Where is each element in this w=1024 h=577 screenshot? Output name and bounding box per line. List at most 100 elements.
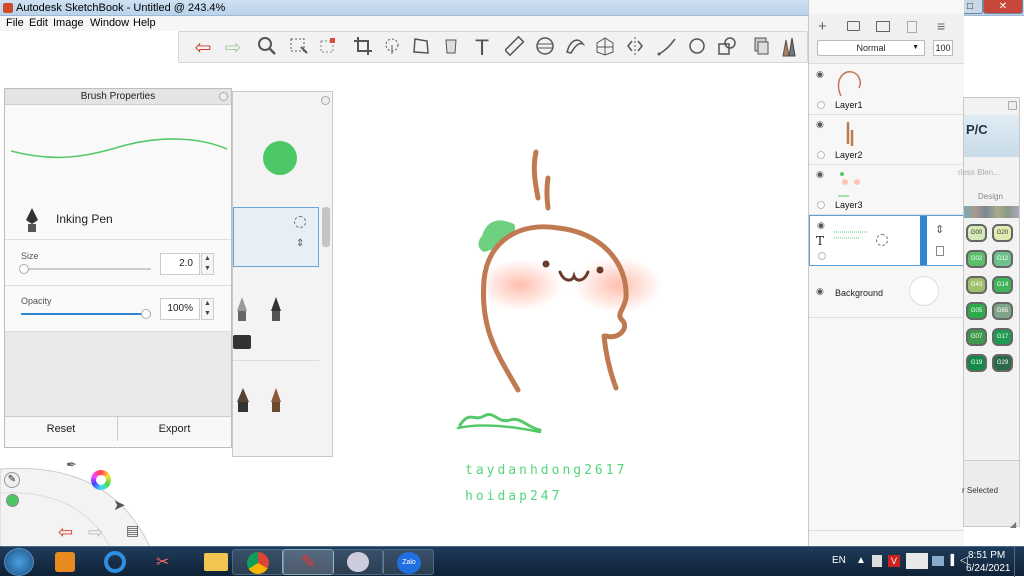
tray-app-icon[interactable] <box>906 553 928 569</box>
size-slider-thumb[interactable] <box>19 264 29 274</box>
copic-close-icon[interactable] <box>1008 101 1017 110</box>
visibility-eye-icon[interactable]: ◉ <box>816 169 824 180</box>
french-curve-icon[interactable] <box>563 36 587 60</box>
undo-icon[interactable]: ⇦ <box>191 36 215 60</box>
copic-swatch-g00[interactable]: G00 <box>966 224 987 242</box>
stroke-icon[interactable] <box>655 36 679 60</box>
lagoon-color-icon[interactable] <box>6 494 19 507</box>
transform-icon[interactable] <box>409 36 433 60</box>
pen-brush-icon[interactable] <box>236 297 248 324</box>
layer-row-layer1[interactable]: ◉ Layer1 <box>809 65 964 115</box>
copic-swatch-g85[interactable]: G85 <box>992 302 1013 320</box>
copy-icon[interactable] <box>749 36 773 60</box>
media-player-taskbar-icon[interactable] <box>40 549 92 575</box>
clock-date[interactable]: 6/24/2021 <box>966 563 1011 574</box>
lagoon-pen-icon[interactable]: ✒ <box>66 457 77 473</box>
sketchbook-taskbar-icon[interactable]: ✎ <box>282 549 334 575</box>
selected-brush-row[interactable]: ⇕ <box>233 207 319 267</box>
visibility-eye-icon[interactable]: ◉ <box>817 220 825 231</box>
usb-icon[interactable] <box>872 555 882 567</box>
shape-icon[interactable] <box>715 36 739 60</box>
lasso-icon[interactable] <box>380 36 404 60</box>
lagoon-undo-icon[interactable]: ⇦ <box>58 522 73 543</box>
lagoon-select-icon[interactable]: ➤ <box>113 496 126 514</box>
brush-library-close-icon[interactable] <box>321 96 330 105</box>
internet-explorer-taskbar-icon[interactable] <box>90 549 142 575</box>
copic-swatch-g14[interactable]: G14 <box>992 276 1013 294</box>
zoom-icon[interactable] <box>255 36 279 60</box>
crop-select-icon[interactable] <box>316 36 340 60</box>
copic-swatch-g12[interactable]: G12 <box>992 250 1013 268</box>
merge-layer-icon[interactable] <box>907 21 917 33</box>
lagoon-layers-icon[interactable]: ▤ <box>126 522 139 539</box>
circle-icon[interactable] <box>685 36 709 60</box>
reorder-icon[interactable]: ⇕ <box>296 238 304 249</box>
menu-help[interactable]: Help <box>133 17 156 29</box>
reset-button[interactable]: Reset <box>5 417 118 441</box>
ellipse-guide-icon[interactable] <box>533 36 557 60</box>
menu-window[interactable]: Window <box>90 17 129 29</box>
menu-image[interactable]: Image <box>53 17 84 29</box>
redo-icon[interactable]: ⇨ <box>221 36 245 60</box>
visibility-eye-icon[interactable]: ◉ <box>816 69 824 80</box>
brushes-icon[interactable] <box>777 36 801 60</box>
show-desktop-button[interactable] <box>1014 547 1024 577</box>
resize-grip-icon[interactable]: ◢ <box>1010 520 1016 529</box>
symmetry-icon[interactable] <box>623 36 647 60</box>
network-icon[interactable]: ▐ <box>947 555 954 566</box>
layer-row-layer4[interactable]: ◉ T ⇕ <box>809 215 964 266</box>
color-wheel-icon[interactable] <box>91 470 111 490</box>
copic-swatch-g29[interactable]: G29 <box>992 354 1013 372</box>
size-stepper[interactable]: ▲ ▼ <box>201 253 214 275</box>
opacity-slider[interactable] <box>21 309 151 319</box>
clock-time[interactable]: 8:51 PM <box>968 550 1005 561</box>
size-input[interactable]: 2.0 <box>160 253 200 275</box>
layer-transform-icon[interactable] <box>876 234 888 246</box>
layer-move-icon[interactable]: ⇕ <box>935 223 944 236</box>
layer-opacity-input[interactable]: 100 <box>933 40 953 56</box>
ink-brush-icon[interactable] <box>236 388 250 415</box>
opacity-input[interactable]: 100% <box>160 298 200 320</box>
fill-icon[interactable] <box>439 36 463 60</box>
copic-family-strip[interactable] <box>964 206 1019 218</box>
ruler-icon[interactable] <box>503 35 527 60</box>
layer-select-radio[interactable] <box>818 252 826 260</box>
select-icon[interactable] <box>287 36 311 60</box>
brush-library-scrollbar[interactable] <box>322 207 330 247</box>
crop-icon[interactable] <box>351 36 375 60</box>
chrome-taskbar-icon[interactable] <box>232 549 284 575</box>
zalo-taskbar-icon[interactable]: Zalo <box>382 549 434 575</box>
snipping-tool-taskbar-icon[interactable]: ✂ <box>140 549 192 575</box>
close-button[interactable]: ✕ <box>983 0 1023 14</box>
brush-properties-close-icon[interactable] <box>219 92 228 101</box>
copic-swatch-g43[interactable]: G43 <box>966 276 987 294</box>
chisel-brush-icon[interactable] <box>270 388 282 415</box>
lagoon-redo-icon[interactable]: ⇨ <box>88 522 103 543</box>
layer-select-radio[interactable] <box>817 201 825 209</box>
paint-taskbar-icon[interactable] <box>332 549 384 575</box>
text-icon[interactable]: T <box>470 36 494 60</box>
size-slider[interactable] <box>19 264 151 274</box>
visibility-eye-icon[interactable]: ◉ <box>816 286 824 297</box>
layer-row-layer3[interactable]: ◉ Layer3 <box>809 165 964 215</box>
menu-file[interactable]: File <box>6 17 24 29</box>
copic-swatch-g02[interactable]: G02 <box>966 250 987 268</box>
layer-row-layer2[interactable]: ◉ Layer2 <box>809 115 964 165</box>
marker-brush-icon[interactable] <box>270 297 282 324</box>
eraser-brush-icon[interactable] <box>233 335 251 349</box>
add-image-icon[interactable] <box>876 21 890 32</box>
opacity-slider-thumb[interactable] <box>141 309 151 319</box>
blend-mode-select[interactable]: Normal ▼ <box>817 40 925 56</box>
current-color-swatch[interactable] <box>263 141 297 175</box>
copic-swatch-g07[interactable]: G07 <box>966 328 987 346</box>
layer-row-background[interactable]: ◉ Background <box>809 266 964 318</box>
language-indicator[interactable]: EN <box>832 555 846 566</box>
add-layer-icon[interactable]: + <box>818 18 827 35</box>
lagoon-brush-icon[interactable]: ✎ <box>4 472 20 488</box>
show-hidden-icons[interactable]: ▲ <box>856 555 866 566</box>
export-button[interactable]: Export <box>118 417 231 441</box>
layer-select-radio[interactable] <box>817 101 825 109</box>
layer-lock-icon[interactable] <box>936 246 944 256</box>
layer-select-radio[interactable] <box>817 151 825 159</box>
copic-swatch-g19[interactable]: G19 <box>966 354 987 372</box>
